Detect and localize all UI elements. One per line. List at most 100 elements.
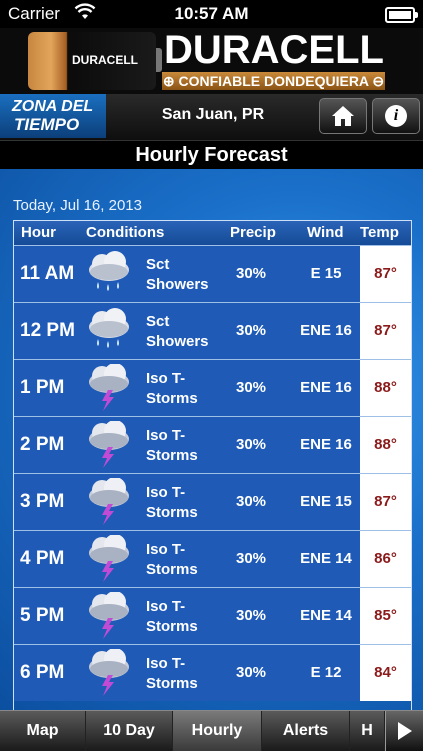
- forecast-content[interactable]: Today, Jul 16, 2013 Hour Conditions Prec…: [0, 169, 423, 710]
- battery-tip: [156, 48, 162, 72]
- row-temp: 84°: [374, 664, 397, 681]
- row-temp: 87°: [374, 265, 397, 282]
- row-wind: E 12: [310, 664, 342, 681]
- table-row: 5 PM Iso T-Storms 30% ENE 14 85°: [14, 587, 411, 644]
- row-hour: 5 PM: [20, 605, 65, 626]
- clock: 10:57 AM: [174, 4, 249, 23]
- hourly-table: Hour Conditions Precip Wind Temp 11 AM Sc…: [13, 220, 412, 710]
- row-conditions: Iso T-Storms: [146, 655, 198, 692]
- thunderstorm-icon: [84, 534, 134, 583]
- row-temp: 88°: [374, 436, 397, 453]
- location-label: San Juan, PR: [161, 106, 265, 123]
- col-hour: Hour: [21, 224, 56, 241]
- col-wind: Wind: [307, 224, 344, 241]
- row-conditions: Iso T-Storms: [146, 484, 198, 521]
- table-row: 12 PM Sct Showers 30% ENE 16 87°: [14, 302, 411, 359]
- battery-label: DURACELL: [72, 53, 138, 67]
- ad-brand: DURACELL: [164, 28, 384, 72]
- row-wind: ENE 16: [300, 322, 352, 339]
- ad-tagline: ⊕ CONFIABLE DONDEQUIERA ⊖: [162, 72, 385, 90]
- row-temp-cell: 84°: [360, 645, 411, 701]
- row-temp-cell: 87°: [360, 246, 411, 302]
- battery-image: DURACELL: [28, 32, 156, 90]
- row-hour: 6 PM: [20, 662, 65, 683]
- table-row: 11 AM Sct Showers 30% E 15 87°: [14, 245, 411, 302]
- home-button[interactable]: [319, 98, 367, 134]
- row-conditions: Iso T-Storms: [146, 370, 198, 407]
- table-row: 2 PM Iso T-Storms 30% ENE 16 88°: [14, 416, 411, 473]
- table-header: Hour Conditions Precip Wind Temp: [14, 221, 411, 245]
- table-row: 1 PM Iso T-Storms 30% ENE 16 88°: [14, 359, 411, 416]
- row-temp-cell: 85°: [360, 588, 411, 644]
- row-wind: ENE 15: [300, 493, 352, 510]
- row-temp-cell: 87°: [360, 474, 411, 530]
- next-tabs-button[interactable]: [385, 711, 423, 751]
- row-wind: ENE 16: [300, 379, 352, 396]
- row-conditions: Iso T-Storms: [146, 427, 198, 464]
- home-icon: [332, 106, 354, 126]
- row-precip: 30%: [236, 379, 267, 396]
- row-hour: 4 PM: [20, 548, 65, 569]
- col-conditions: Conditions: [86, 224, 165, 241]
- top-bar: ZONA DEL TIEMPO San Juan, PR i: [0, 94, 423, 141]
- tab-hourly[interactable]: Hourly: [173, 711, 262, 751]
- thunderstorm-icon: [84, 477, 134, 526]
- row-precip: 30%: [236, 265, 267, 282]
- row-conditions: Sct Showers: [146, 256, 209, 293]
- row-temp: 88°: [374, 379, 397, 396]
- tab-10-day[interactable]: 10 Day: [86, 711, 173, 751]
- thunderstorm-icon: [84, 591, 134, 640]
- tab-bar: Map 10 Day Hourly Alerts H: [0, 710, 423, 751]
- row-temp: 87°: [374, 493, 397, 510]
- row-conditions: Iso T-Storms: [146, 598, 198, 635]
- row-temp-cell: 86°: [360, 531, 411, 587]
- row-hour: 12 PM: [20, 320, 75, 341]
- row-wind: E 15: [310, 265, 342, 282]
- col-precip: Precip: [230, 224, 276, 241]
- row-hour: 2 PM: [20, 434, 65, 455]
- logo-line1: ZONA DEL: [12, 98, 94, 115]
- row-temp: 86°: [374, 550, 397, 567]
- thunderstorm-icon: [84, 363, 134, 412]
- row-temp-cell: 88°: [360, 417, 411, 473]
- row-hour: 3 PM: [20, 491, 65, 512]
- row-precip: 30%: [236, 607, 267, 624]
- table-row: 6 PM Iso T-Storms 30% E 12 84°: [14, 644, 411, 701]
- row-temp: 85°: [374, 607, 397, 624]
- col-temp: Temp: [360, 224, 399, 241]
- row-precip: 30%: [236, 550, 267, 567]
- row-wind: ENE 14: [300, 607, 352, 624]
- table-row: 4 PM Iso T-Storms 30% ENE 14 86°: [14, 530, 411, 587]
- row-wind: ENE 14: [300, 550, 352, 567]
- row-conditions: Sct Showers: [146, 313, 209, 350]
- status-bar: Carrier 10:57 AM: [0, 0, 423, 28]
- table-row: 3 PM Iso T-Storms 30% ENE 15 87°: [14, 473, 411, 530]
- row-hour: 1 PM: [20, 377, 65, 398]
- row-wind: ENE 16: [300, 436, 352, 453]
- zona-del-tiempo-logo: ZONA DEL TIEMPO: [0, 94, 106, 138]
- row-precip: 30%: [236, 436, 267, 453]
- row-precip: 30%: [236, 493, 267, 510]
- row-precip: 30%: [236, 664, 267, 681]
- logo-line2: TIEMPO: [14, 115, 80, 134]
- page-title: Hourly Forecast: [0, 141, 423, 169]
- forecast-date: Today, Jul 16, 2013: [13, 197, 142, 214]
- play-arrow-icon: [397, 722, 412, 740]
- showers-icon: [84, 307, 134, 355]
- tab-partial[interactable]: H: [350, 711, 385, 751]
- ad-banner[interactable]: DURACELL DURACELL ⊕ CONFIABLE DONDEQUIER…: [0, 28, 423, 94]
- tab-alerts[interactable]: Alerts: [262, 711, 350, 751]
- row-hour: 11 AM: [20, 263, 75, 284]
- tab-map[interactable]: Map: [0, 711, 86, 751]
- row-temp: 87°: [374, 322, 397, 339]
- battery-icon: [385, 7, 418, 23]
- showers-icon: [84, 250, 134, 298]
- row-conditions: Iso T-Storms: [146, 541, 198, 578]
- row-temp-cell: 87°: [360, 303, 411, 359]
- info-button[interactable]: i: [372, 98, 420, 134]
- row-temp-cell: 88°: [360, 360, 411, 416]
- thunderstorm-icon: [84, 420, 134, 469]
- info-icon: i: [385, 105, 407, 127]
- thunderstorm-icon: [84, 648, 134, 697]
- row-precip: 30%: [236, 322, 267, 339]
